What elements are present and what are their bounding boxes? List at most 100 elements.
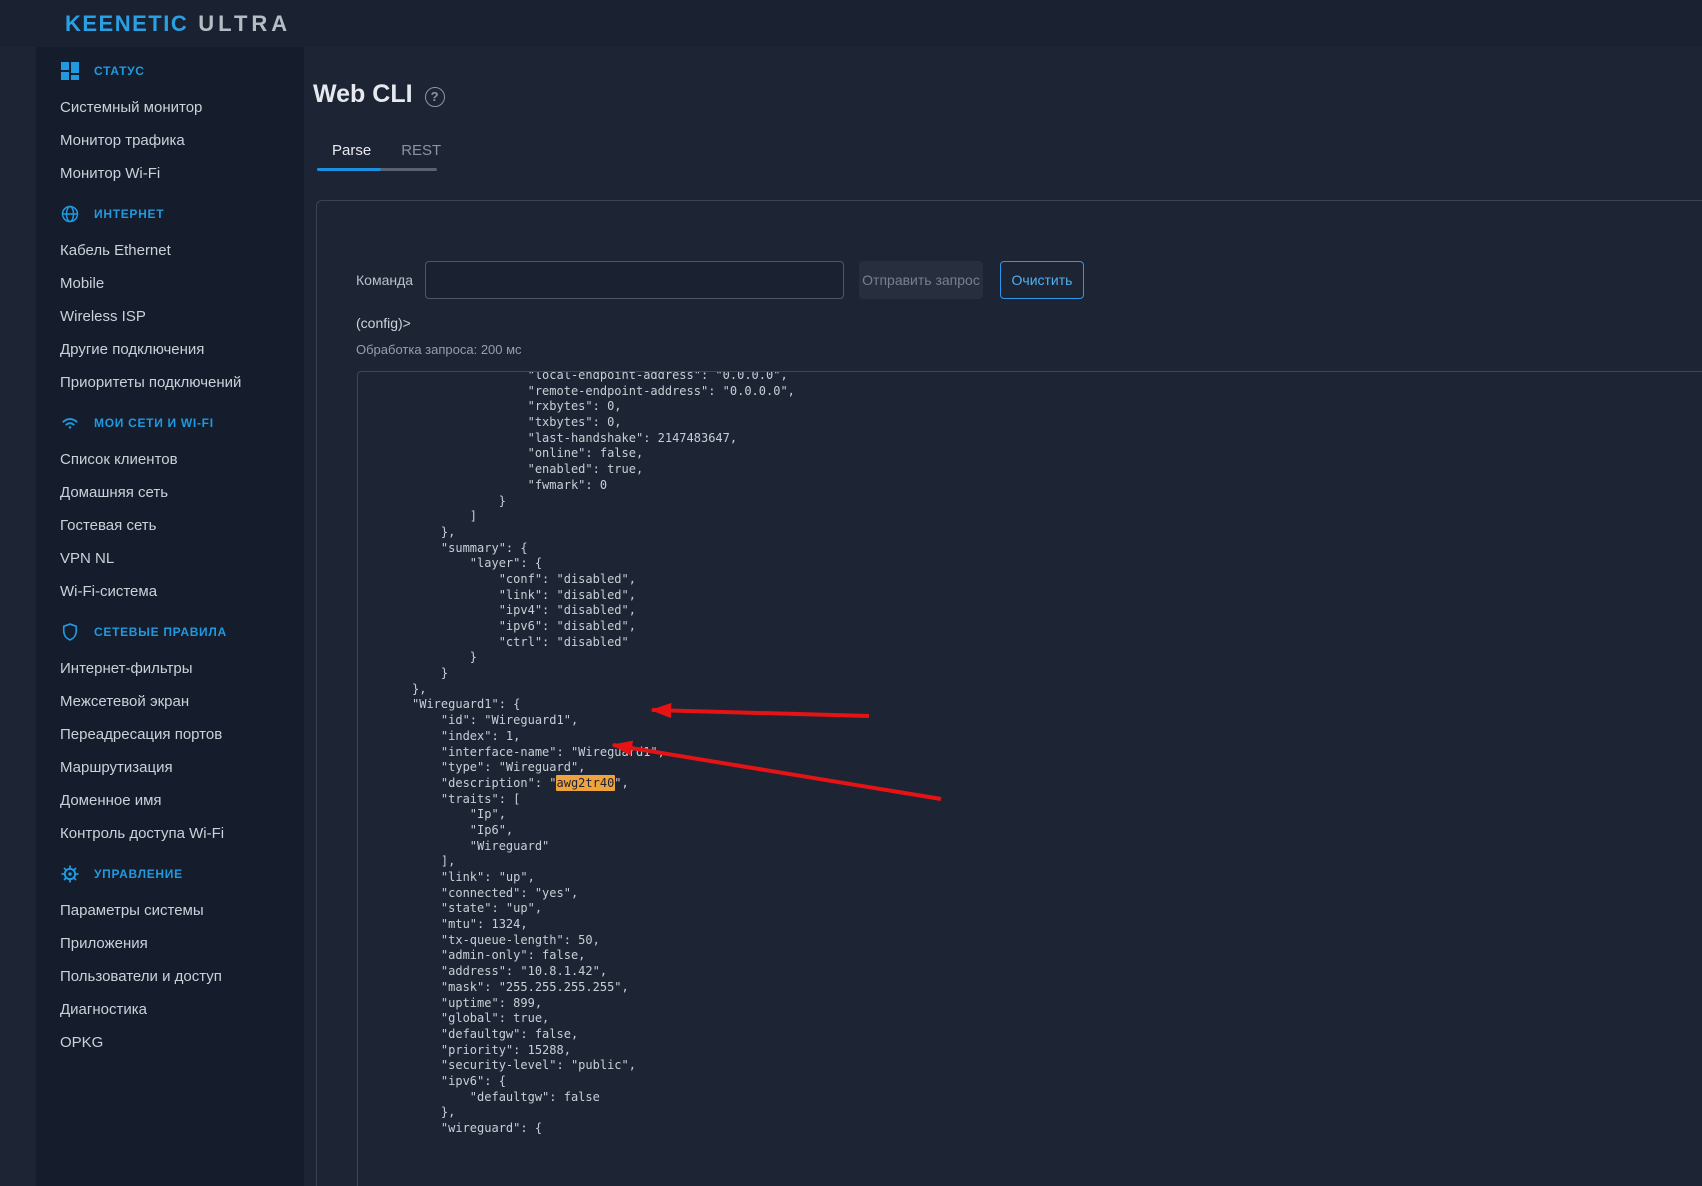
sidebar-section-shield: СЕТЕВЫЕ ПРАВИЛА bbox=[36, 615, 304, 648]
code-line: ] bbox=[412, 509, 1702, 525]
processing-time: Обработка запроса: 200 мс bbox=[356, 342, 522, 357]
main-content: Web CLI ? Parse REST Команда Отправить з… bbox=[304, 47, 1702, 1186]
code-line: "ipv6": { bbox=[412, 1074, 1702, 1090]
sidebar-item[interactable]: Список клиентов bbox=[36, 443, 304, 476]
code-line: "type": "Wireguard", bbox=[412, 760, 1702, 776]
sidebar-item[interactable]: Системный монитор bbox=[36, 91, 304, 124]
wifi-icon bbox=[60, 413, 80, 433]
sidebar-item[interactable]: Приложения bbox=[36, 927, 304, 960]
shield-icon bbox=[60, 622, 80, 642]
code-line: "tx-queue-length": 50, bbox=[412, 933, 1702, 949]
code-line: "ipv4": "disabled", bbox=[412, 603, 1702, 619]
sidebar-item[interactable]: Гостевая сеть bbox=[36, 509, 304, 542]
tab-parse[interactable]: Parse bbox=[317, 137, 386, 169]
code-line: "ipv6": "disabled", bbox=[412, 619, 1702, 635]
code-line: "traits": [ bbox=[412, 792, 1702, 808]
sidebar-item[interactable]: Межсетевой экран bbox=[36, 685, 304, 718]
code-line: "link": "disabled", bbox=[412, 588, 1702, 604]
code-line: "global": true, bbox=[412, 1011, 1702, 1027]
tab-underline-active bbox=[317, 168, 381, 171]
code-line: "local-endpoint-address": "0.0.0.0", bbox=[412, 371, 1702, 384]
code-line: "ctrl": "disabled" bbox=[412, 635, 1702, 651]
sidebar-item[interactable]: Wi-Fi-система bbox=[36, 575, 304, 608]
code-line: "remote-endpoint-address": "0.0.0.0", bbox=[412, 384, 1702, 400]
code-line: "mtu": 1324, bbox=[412, 917, 1702, 933]
code-line: "interface-name": "Wireguard1", bbox=[412, 745, 1702, 761]
send-request-button[interactable]: Отправить запрос bbox=[859, 261, 983, 299]
sidebar-item[interactable]: Контроль доступа Wi-Fi bbox=[36, 817, 304, 850]
cli-output-pre: "local-endpoint-address": "0.0.0.0", "re… bbox=[412, 371, 1702, 1137]
code-line: }, bbox=[412, 682, 1702, 698]
sidebar-section-label: СТАТУС bbox=[94, 64, 145, 78]
code-line: "wireguard": { bbox=[412, 1121, 1702, 1137]
sidebar-item[interactable]: Wireless ISP bbox=[36, 300, 304, 333]
code-line: "link": "up", bbox=[412, 870, 1702, 886]
tab-underline-track bbox=[317, 168, 437, 171]
sidebar-item[interactable]: VPN NL bbox=[36, 542, 304, 575]
code-line: "description": "awg2tr40", bbox=[412, 776, 1702, 792]
sidebar-section-label: МОИ СЕТИ И WI-FI bbox=[94, 416, 214, 430]
sidebar-section-globe: ИНТЕРНЕТ bbox=[36, 197, 304, 230]
code-line: } bbox=[412, 650, 1702, 666]
sidebar-section-dashboard: СТАТУС bbox=[36, 54, 304, 87]
code-line: "id": "Wireguard1", bbox=[412, 713, 1702, 729]
sidebar-section-label: ИНТЕРНЕТ bbox=[94, 207, 164, 221]
command-row: Команда Отправить запрос Очистить bbox=[356, 261, 1084, 299]
code-line: "layer": { bbox=[412, 556, 1702, 572]
highlighted-token: awg2tr40 bbox=[556, 775, 616, 791]
code-line: "index": 1, bbox=[412, 729, 1702, 745]
code-line: "mask": "255.255.255.255", bbox=[412, 980, 1702, 996]
sidebar-item[interactable]: Маршрутизация bbox=[36, 751, 304, 784]
sidebar-item[interactable]: Диагностика bbox=[36, 993, 304, 1026]
sidebar-item[interactable]: Параметры системы bbox=[36, 894, 304, 927]
code-line: "admin-only": false, bbox=[412, 948, 1702, 964]
sidebar-item[interactable]: OPKG bbox=[36, 1026, 304, 1059]
sidebar-item[interactable]: Доменное имя bbox=[36, 784, 304, 817]
sidebar-item[interactable]: Кабель Ethernet bbox=[36, 234, 304, 267]
code-line: "Ip6", bbox=[412, 823, 1702, 839]
code-line: }, bbox=[412, 525, 1702, 541]
tabs: Parse REST bbox=[317, 137, 456, 169]
logo-model: ULTRA bbox=[198, 11, 291, 37]
topbar: KEENETIC ULTRA bbox=[0, 0, 1702, 47]
code-line: "fwmark": 0 bbox=[412, 478, 1702, 494]
sidebar-item[interactable]: Домашняя сеть bbox=[36, 476, 304, 509]
sidebar-item[interactable]: Монитор трафика bbox=[36, 124, 304, 157]
command-input[interactable] bbox=[425, 261, 844, 299]
code-line: "priority": 15288, bbox=[412, 1043, 1702, 1059]
cli-output-block[interactable]: "local-endpoint-address": "0.0.0.0", "re… bbox=[357, 371, 1702, 1186]
code-line: "state": "up", bbox=[412, 901, 1702, 917]
sidebar-item[interactable]: Монитор Wi-Fi bbox=[36, 157, 304, 190]
sidebar-item[interactable]: Mobile bbox=[36, 267, 304, 300]
logo-brand: KEENETIC bbox=[65, 11, 188, 37]
code-line: "connected": "yes", bbox=[412, 886, 1702, 902]
sidebar-section-wifi: МОИ СЕТИ И WI-FI bbox=[36, 406, 304, 439]
page-head: Web CLI ? bbox=[313, 80, 445, 109]
code-line: "online": false, bbox=[412, 446, 1702, 462]
code-line: "address": "10.8.1.42", bbox=[412, 964, 1702, 980]
tab-rest[interactable]: REST bbox=[386, 137, 456, 169]
clear-button[interactable]: Очистить bbox=[1000, 261, 1084, 299]
sidebar-item[interactable]: Другие подключения bbox=[36, 333, 304, 366]
code-line: }, bbox=[412, 1105, 1702, 1121]
code-line: "last-handshake": 2147483647, bbox=[412, 431, 1702, 447]
code-line: "rxbytes": 0, bbox=[412, 399, 1702, 415]
sidebar-item[interactable]: Переадресация портов bbox=[36, 718, 304, 751]
code-line: "defaultgw": false, bbox=[412, 1027, 1702, 1043]
globe-icon bbox=[60, 204, 80, 224]
sidebar-item[interactable]: Интернет-фильтры bbox=[36, 652, 304, 685]
help-icon[interactable]: ? bbox=[425, 87, 445, 107]
code-line: "conf": "disabled", bbox=[412, 572, 1702, 588]
cli-prompt: (config)> bbox=[356, 315, 411, 331]
code-line: } bbox=[412, 494, 1702, 510]
code-line: "summary": { bbox=[412, 541, 1702, 557]
sidebar-item[interactable]: Приоритеты подключений bbox=[36, 366, 304, 399]
code-line: "Wireguard" bbox=[412, 839, 1702, 855]
sidebar-nav: СТАТУС Системный мониторМонитор трафикаМо… bbox=[36, 47, 304, 1186]
sidebar-item[interactable]: Пользователи и доступ bbox=[36, 960, 304, 993]
page-title: Web CLI bbox=[313, 80, 413, 109]
code-line: "defaultgw": false bbox=[412, 1090, 1702, 1106]
keenetic-logo: KEENETIC ULTRA bbox=[65, 11, 291, 37]
gear-icon bbox=[60, 864, 80, 884]
code-line: "enabled": true, bbox=[412, 462, 1702, 478]
